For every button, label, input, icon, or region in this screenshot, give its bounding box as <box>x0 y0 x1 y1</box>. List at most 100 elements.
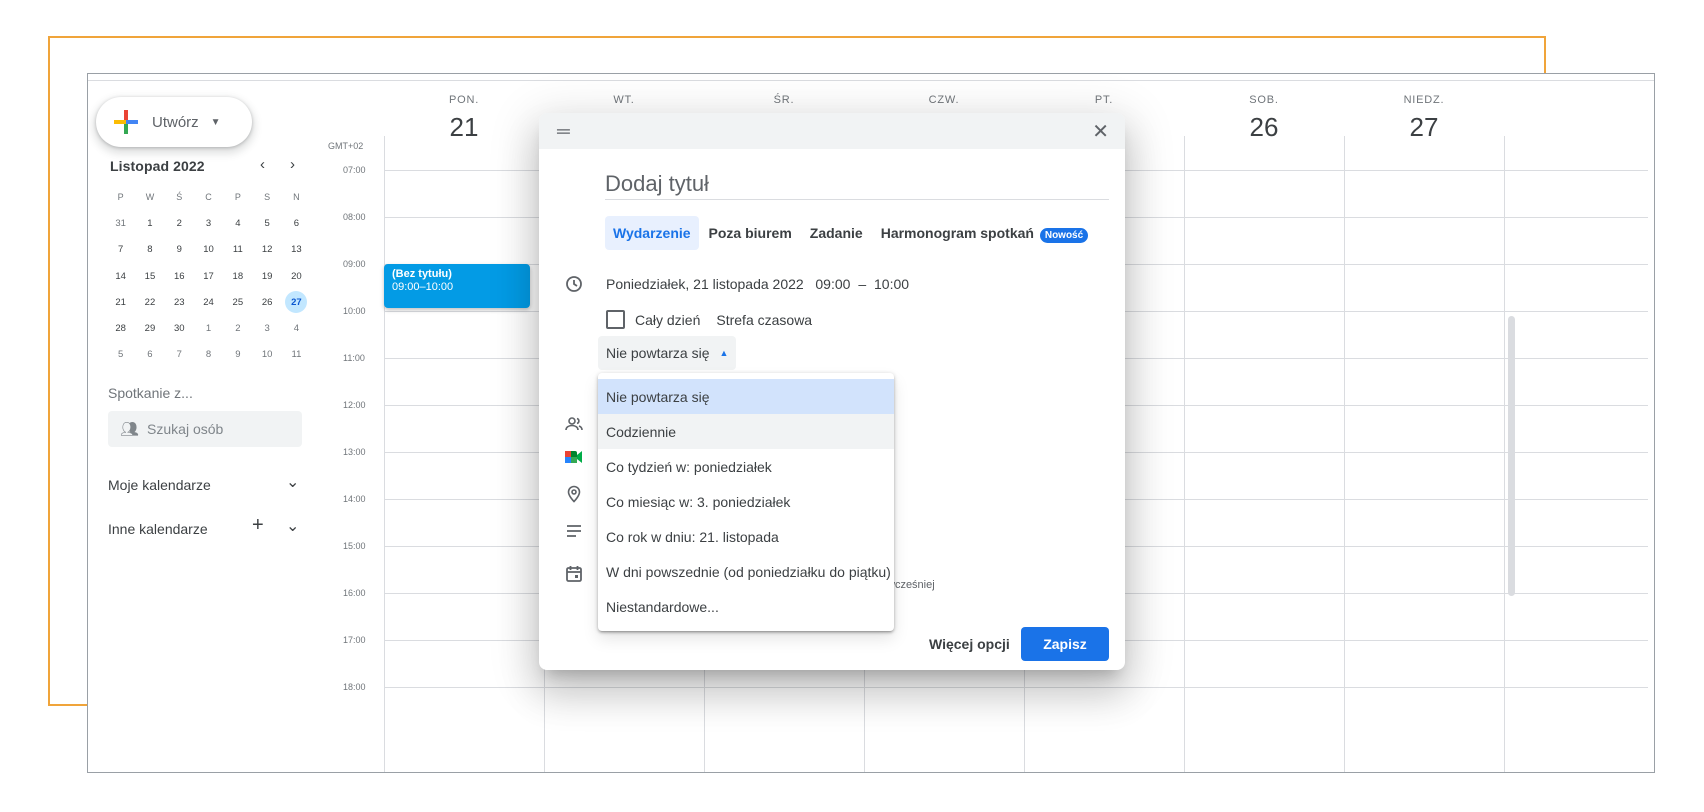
tab-event[interactable]: Wydarzenie <box>605 216 699 250</box>
day-number[interactable]: 27 <box>1344 112 1504 143</box>
day-column-header[interactable]: WT. <box>544 94 704 112</box>
day-column-header[interactable]: PON. 21 <box>384 94 544 143</box>
timezone-link[interactable]: Strefa czasowa <box>716 312 812 328</box>
chevron-left-icon[interactable]: ‹ <box>260 156 265 173</box>
mini-calendar-day[interactable]: 11 <box>282 342 311 368</box>
repeat-option[interactable]: W dni powszednie (od poniedziałku do pią… <box>598 554 894 589</box>
tab-appointment-schedule[interactable]: Harmonogram spotkań Nowość <box>873 216 1096 250</box>
mini-calendar-day[interactable]: 9 <box>223 342 252 368</box>
mini-calendar-day[interactable]: 27 <box>285 291 308 314</box>
mini-calendar-day[interactable]: 1 <box>135 210 164 236</box>
mini-calendar-day[interactable]: 22 <box>135 289 164 315</box>
mini-calendar-day[interactable]: 30 <box>165 315 194 341</box>
event-title: (Bez tytułu) <box>392 268 452 280</box>
repeat-option[interactable]: Codziennie <box>598 414 894 449</box>
hour-label: 13:00 <box>343 447 366 457</box>
mini-calendar-day[interactable]: 21 <box>106 289 135 315</box>
chevron-down-icon[interactable]: ⌄ <box>286 472 299 492</box>
scrollbar[interactable] <box>1508 316 1515 596</box>
mini-calendar-day[interactable]: 3 <box>252 315 281 341</box>
create-button[interactable]: Utwórz ▼ <box>96 97 252 147</box>
mini-calendar-day[interactable]: 25 <box>223 289 252 315</box>
mini-calendar-day[interactable]: 13 <box>282 237 311 263</box>
mini-calendar-day[interactable]: 15 <box>135 263 164 289</box>
day-column-divider <box>1344 136 1345 772</box>
tab-task[interactable]: Zadanie <box>802 216 871 250</box>
mini-calendar-day[interactable]: 9 <box>165 237 194 263</box>
tab-out-of-office[interactable]: Poza biurem <box>701 216 800 250</box>
mini-calendar-day[interactable]: 11 <box>223 237 252 263</box>
mini-calendar-day[interactable]: 8 <box>194 342 223 368</box>
mini-calendar-day[interactable]: 14 <box>106 263 135 289</box>
mini-calendar-day[interactable]: 4 <box>282 315 311 341</box>
repeat-option[interactable]: Niestandardowe... <box>598 589 894 624</box>
repeat-option[interactable]: Co tydzień w: poniedziałek <box>598 449 894 484</box>
all-day-checkbox[interactable] <box>606 310 625 329</box>
notification-partial-text: wcześniej <box>887 579 935 591</box>
mini-calendar-day[interactable]: 28 <box>106 315 135 341</box>
add-calendar-icon[interactable]: + <box>252 514 264 537</box>
mini-calendar-day[interactable]: 1 <box>194 315 223 341</box>
mini-calendar-day[interactable]: 2 <box>165 210 194 236</box>
mini-calendar-day[interactable]: 3 <box>194 210 223 236</box>
mini-calendar-day[interactable]: 10 <box>194 237 223 263</box>
day-number[interactable]: 21 <box>384 112 544 143</box>
my-calendars-label[interactable]: Moje kalendarze <box>108 477 211 493</box>
mini-calendar-day[interactable]: 16 <box>165 263 194 289</box>
search-people-input[interactable]: 👥︎ Szukaj osób <box>108 411 302 447</box>
day-name: CZW. <box>928 94 960 106</box>
mini-calendar-day[interactable]: 19 <box>252 263 281 289</box>
event-date[interactable]: Poniedziałek, 21 listopada 2022 <box>606 276 804 292</box>
day-column-header[interactable]: PT. <box>1024 94 1184 112</box>
mini-calendar-day[interactable]: 17 <box>194 263 223 289</box>
all-day-label: Cały dzień <box>635 311 701 328</box>
mini-calendar-day[interactable]: 24 <box>194 289 223 315</box>
mini-calendar-day[interactable]: 7 <box>165 342 194 368</box>
repeat-dropdown[interactable]: Nie powtarza się ▲ <box>598 336 737 370</box>
day-column-header[interactable]: NIEDZ. 27 <box>1344 94 1504 143</box>
mini-calendar-day[interactable]: 12 <box>252 237 281 263</box>
mini-calendar-day[interactable]: 23 <box>165 289 194 315</box>
description-icon <box>565 524 583 542</box>
mini-calendar-day[interactable]: 5 <box>252 210 281 236</box>
mini-calendar-day[interactable]: 31 <box>106 210 135 236</box>
mini-calendar-day[interactable]: 20 <box>282 263 311 289</box>
calendar-icon <box>565 565 583 583</box>
time-dash: – <box>858 276 867 292</box>
repeat-option[interactable]: Co rok w dniu: 21. listopada <box>598 519 894 554</box>
mini-calendar-day[interactable]: 5 <box>106 342 135 368</box>
start-time[interactable]: 09:00 <box>815 276 850 292</box>
new-badge: Nowość <box>1039 228 1089 243</box>
weekday-header: W <box>145 192 155 203</box>
day-number[interactable]: 26 <box>1184 112 1344 143</box>
day-column-header[interactable]: ŚR. <box>704 94 864 112</box>
day-column-header[interactable]: SOB. 26 <box>1184 94 1344 143</box>
mini-calendar-day[interactable]: 2 <box>223 315 252 341</box>
mini-calendar-day[interactable]: 26 <box>252 289 281 315</box>
meet-with-label: Spotkanie z... <box>108 385 193 401</box>
hour-label: 12:00 <box>343 400 366 410</box>
mini-calendar-day[interactable]: 6 <box>135 342 164 368</box>
day-column-header[interactable]: CZW. <box>864 94 1024 112</box>
hour-label: 07:00 <box>343 165 366 175</box>
event-datetime[interactable]: Poniedziałek, 21 listopada 2022 09:00 – … <box>606 276 909 292</box>
save-button[interactable]: Zapisz <box>1021 627 1109 661</box>
drag-handle-icon[interactable]: ═ <box>557 121 570 142</box>
repeat-option[interactable]: Co miesiąc w: 3. poniedziałek <box>598 484 894 519</box>
close-icon[interactable]: ✕ <box>1092 119 1109 144</box>
chevron-right-icon[interactable]: › <box>290 156 295 173</box>
mini-calendar-day[interactable]: 4 <box>223 210 252 236</box>
mini-calendar-day[interactable]: 10 <box>252 342 281 368</box>
mini-calendar-day[interactable]: 18 <box>223 263 252 289</box>
title-input[interactable] <box>605 169 1109 200</box>
mini-calendar-day[interactable]: 6 <box>282 210 311 236</box>
repeat-option[interactable]: Nie powtarza się <box>598 379 894 414</box>
end-time[interactable]: 10:00 <box>874 276 909 292</box>
chevron-down-icon[interactable]: ⌄ <box>286 516 299 536</box>
mini-calendar-day[interactable]: 29 <box>135 315 164 341</box>
mini-calendar-day[interactable]: 8 <box>135 237 164 263</box>
calendar-event[interactable]: (Bez tytułu) 09:00–10:00 <box>384 264 530 308</box>
mini-calendar-day[interactable]: 7 <box>106 237 135 263</box>
more-options-button[interactable]: Więcej opcji <box>929 636 1010 652</box>
decorative-frame-tail <box>48 704 88 706</box>
